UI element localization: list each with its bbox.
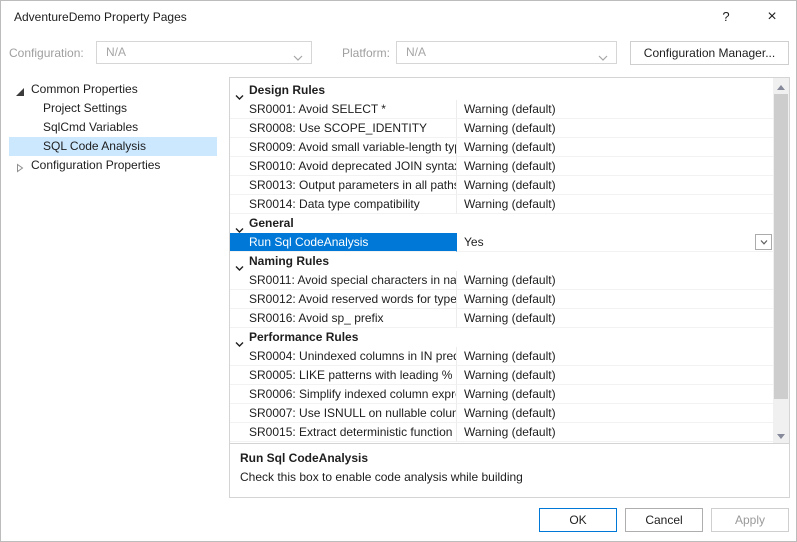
- table-row[interactable]: SR0016: Avoid sp_ prefix Warning (defaul…: [230, 309, 773, 328]
- table-row[interactable]: SR0007: Use ISNULL on nullable column Wa…: [230, 404, 773, 423]
- chevron-down-icon: [235, 334, 244, 352]
- chevron-down-icon: [760, 234, 768, 248]
- table-row[interactable]: SR0001: Avoid SELECT * Warning (default): [230, 100, 773, 119]
- property-grid: Design Rules SR0001: Avoid SELECT * Warn…: [229, 77, 790, 498]
- description-title: Run Sql CodeAnalysis: [240, 451, 779, 465]
- vertical-scrollbar[interactable]: [773, 78, 789, 443]
- value-text: Yes: [464, 235, 484, 249]
- property-pages-dialog: AdventureDemo Property Pages ? × Configu…: [0, 0, 797, 542]
- chevron-down-icon: [235, 87, 244, 105]
- help-button[interactable]: ?: [708, 1, 744, 33]
- platform-label: Platform:: [342, 46, 390, 60]
- help-icon: ?: [722, 9, 729, 24]
- configuration-manager-button[interactable]: Configuration Manager...: [630, 41, 789, 65]
- configuration-value: N/A: [106, 45, 126, 59]
- table-row[interactable]: SR0009: Avoid small variable-length typ …: [230, 138, 773, 157]
- ok-button[interactable]: OK: [539, 508, 617, 532]
- close-button[interactable]: ×: [754, 1, 790, 33]
- section-header-performance-rules[interactable]: Performance Rules: [230, 328, 773, 347]
- tree-item-common-properties[interactable]: Common Properties: [9, 80, 217, 99]
- chevron-down-icon: [235, 258, 244, 276]
- table-row[interactable]: SR0008: Use SCOPE_IDENTITY Warning (defa…: [230, 119, 773, 138]
- collapsed-icon[interactable]: [15, 160, 26, 171]
- table-row[interactable]: SR0006: Simplify indexed column expres W…: [230, 385, 773, 404]
- tree-item-configuration-properties[interactable]: Configuration Properties: [9, 156, 217, 175]
- chevron-down-icon: [235, 220, 244, 238]
- table-row[interactable]: SR0011: Avoid special characters in nam …: [230, 271, 773, 290]
- description-text: Check this box to enable code analysis w…: [240, 470, 523, 484]
- apply-button[interactable]: Apply: [711, 508, 789, 532]
- tree-item-sqlcmd-variables[interactable]: SqlCmd Variables: [9, 118, 217, 137]
- table-row[interactable]: SR0013: Output parameters in all paths W…: [230, 176, 773, 195]
- property-tree: Common Properties Project Settings SqlCm…: [9, 80, 217, 175]
- close-icon: ×: [767, 8, 776, 25]
- cancel-button[interactable]: Cancel: [625, 508, 703, 532]
- table-row[interactable]: SR0012: Avoid reserved words for type n …: [230, 290, 773, 309]
- table-row[interactable]: SR0004: Unindexed columns in IN predic W…: [230, 347, 773, 366]
- value-dropdown-button[interactable]: [755, 234, 772, 250]
- configuration-label: Configuration:: [9, 46, 84, 60]
- description-panel: Run Sql CodeAnalysis Check this box to e…: [230, 443, 789, 497]
- platform-value: N/A: [406, 45, 426, 59]
- section-header-naming-rules[interactable]: Naming Rules: [230, 252, 773, 271]
- value-editor-cell[interactable]: Yes: [457, 233, 773, 252]
- table-row[interactable]: SR0005: LIKE patterns with leading % War…: [230, 366, 773, 385]
- property-grid-rows: Design Rules SR0001: Avoid SELECT * Warn…: [230, 78, 773, 443]
- window-title: AdventureDemo Property Pages: [14, 10, 187, 24]
- scroll-down-icon[interactable]: [773, 427, 789, 443]
- section-header-general[interactable]: General: [230, 214, 773, 233]
- scroll-up-icon[interactable]: [773, 78, 789, 94]
- scrollbar-thumb[interactable]: [774, 94, 788, 399]
- tree-item-sql-code-analysis[interactable]: SQL Code Analysis: [9, 137, 217, 156]
- chevron-down-icon: [598, 50, 608, 64]
- configuration-dropdown[interactable]: N/A: [96, 41, 312, 64]
- tree-item-project-settings[interactable]: Project Settings: [9, 99, 217, 118]
- table-row[interactable]: SR0015: Extract deterministic function c…: [230, 423, 773, 442]
- section-header-design-rules[interactable]: Design Rules: [230, 81, 773, 100]
- expanded-icon[interactable]: [15, 84, 26, 95]
- table-row-run-sql-codeanalysis[interactable]: Run Sql CodeAnalysis Yes: [230, 233, 773, 252]
- title-bar: AdventureDemo Property Pages ? ×: [1, 1, 796, 33]
- chevron-down-icon: [293, 50, 303, 64]
- platform-dropdown[interactable]: N/A: [396, 41, 617, 64]
- table-row[interactable]: SR0014: Data type compatibility Warning …: [230, 195, 773, 214]
- table-row[interactable]: SR0010: Avoid deprecated JOIN syntax War…: [230, 157, 773, 176]
